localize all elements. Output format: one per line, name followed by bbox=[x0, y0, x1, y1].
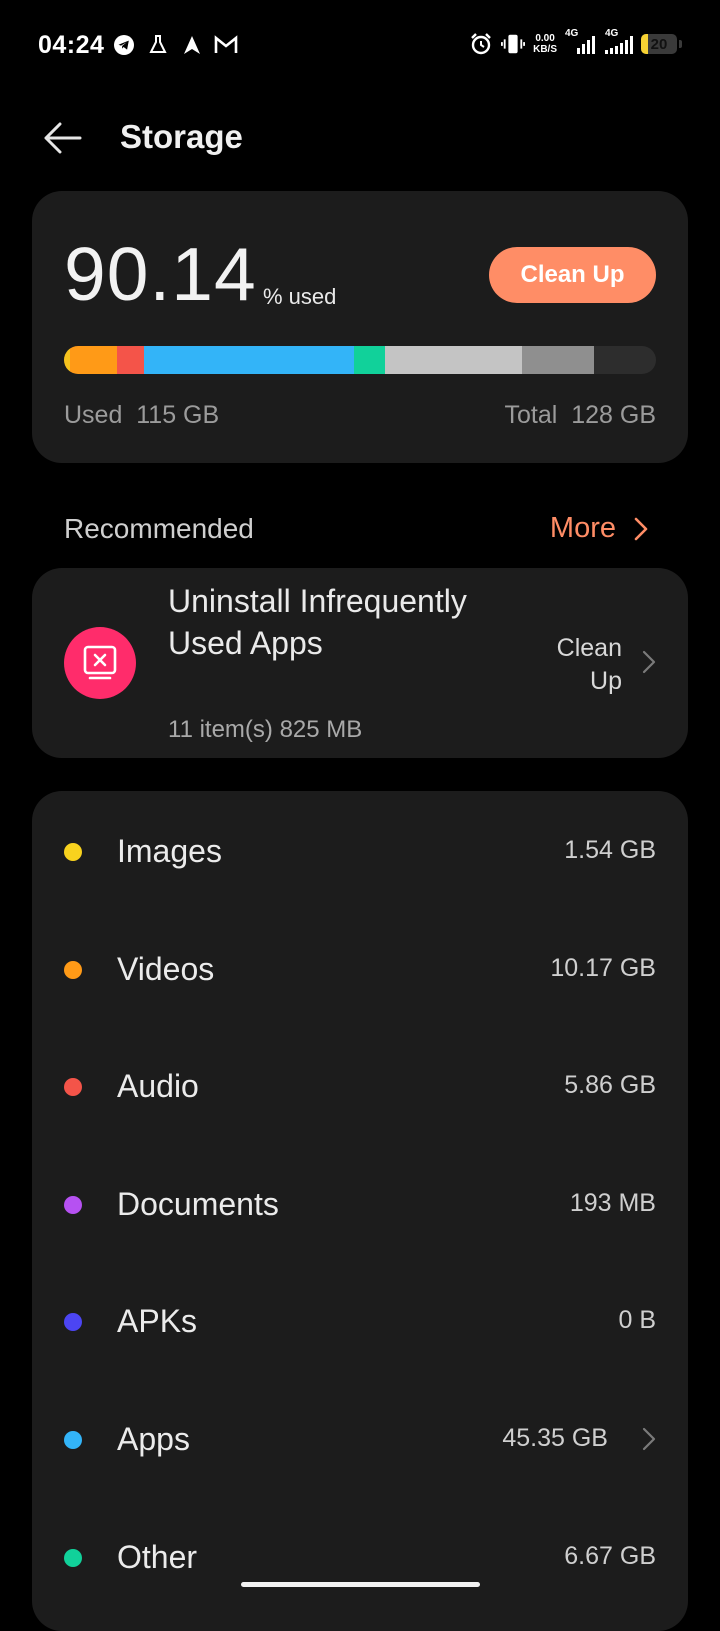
category-name: Documents bbox=[117, 1185, 279, 1222]
gmail-icon bbox=[214, 33, 238, 57]
category-name: Other bbox=[117, 1538, 198, 1575]
chevron-right-icon bbox=[642, 1427, 656, 1451]
used-storage: Used 115 GB bbox=[64, 401, 220, 429]
notification-icons bbox=[112, 33, 238, 57]
category-color-dot bbox=[64, 1431, 82, 1449]
category-size: 1.54 GB bbox=[564, 836, 656, 864]
home-indicator[interactable] bbox=[241, 1582, 480, 1587]
category-size: 10.17 GB bbox=[550, 953, 656, 982]
battery-level: 20 bbox=[650, 35, 668, 53]
category-name: Audio bbox=[117, 1068, 199, 1105]
vibrate-icon bbox=[501, 32, 526, 56]
storage-usage-bar bbox=[64, 346, 656, 374]
usage-bar-segment-apps bbox=[144, 346, 355, 374]
category-color-dot bbox=[64, 1195, 82, 1214]
status-bar: 04:24 0.00 KB/S 4G 4G 20 bbox=[0, 0, 720, 92]
sim2-network-type: 4G bbox=[605, 28, 619, 39]
signal-sim2-icon: 4G bbox=[603, 28, 633, 56]
net-speed-unit: KB/S bbox=[533, 44, 557, 55]
telegram-icon bbox=[112, 33, 136, 57]
category-row-apks[interactable]: APKs 0 B bbox=[32, 1261, 688, 1381]
category-row-audio[interactable]: Audio 5.86 GB bbox=[32, 1026, 688, 1146]
app-header: Storage bbox=[0, 100, 720, 176]
storage-usage-card: 90.14 % used Clean Up Used 115 GB Total … bbox=[32, 191, 688, 463]
category-color-dot bbox=[64, 1313, 82, 1332]
status-time: 04:24 bbox=[38, 31, 105, 59]
back-button[interactable] bbox=[40, 114, 88, 162]
used-percent: 90.14 bbox=[64, 232, 257, 316]
category-name: APKs bbox=[117, 1303, 198, 1340]
battery-icon: 20 bbox=[641, 34, 677, 54]
uninstall-app-icon bbox=[64, 627, 136, 699]
category-name: Images bbox=[117, 833, 222, 869]
network-speed: 0.00 KB/S bbox=[533, 33, 557, 55]
category-size: 5.86 GB bbox=[564, 1071, 656, 1100]
usage-bar-segment-audio bbox=[117, 346, 145, 374]
usage-bar-segment-system-2 bbox=[522, 346, 595, 374]
net-speed-value: 0.00 bbox=[535, 33, 555, 44]
signal-sim1-icon: 4G bbox=[565, 28, 595, 56]
category-name: Apps bbox=[117, 1421, 190, 1457]
clean-up-button[interactable]: Clean Up bbox=[489, 247, 656, 303]
category-row-apps[interactable]: Apps 45.35 GB bbox=[32, 1379, 688, 1499]
category-row-other[interactable]: Other 6.67 GB bbox=[32, 1497, 688, 1617]
used-percent-label: % used bbox=[263, 284, 337, 309]
usage-bar-segment-videos bbox=[69, 346, 118, 374]
category-color-dot bbox=[64, 1078, 82, 1097]
back-arrow-icon bbox=[44, 122, 82, 154]
chevron-right-icon bbox=[642, 650, 656, 674]
category-row-documents[interactable]: Documents 193 MB bbox=[32, 1144, 688, 1264]
recommendation-item[interactable]: Uninstall Infrequently Used Apps 11 item… bbox=[32, 568, 688, 758]
category-color-dot bbox=[64, 960, 82, 979]
category-size: 193 MB bbox=[569, 1188, 656, 1217]
sim1-network-type: 4G bbox=[565, 28, 579, 39]
usage-bar-segment-other bbox=[354, 346, 385, 374]
category-row-images[interactable]: Images 1.54 GB bbox=[32, 791, 688, 911]
recommended-heading: Recommended bbox=[64, 513, 254, 544]
action-line-2: Up bbox=[590, 667, 622, 695]
category-size: 45.35 GB bbox=[502, 1424, 608, 1452]
storage-categories-list: Images 1.54 GB Videos 10.17 GB Audio 5.86 GB D… bbox=[32, 791, 688, 1631]
total-storage: Total 128 GB bbox=[504, 401, 656, 429]
alarm-icon bbox=[469, 32, 493, 56]
category-size: 6.67 GB bbox=[564, 1541, 656, 1570]
recommendation-subtitle: 11 item(s) 825 MB bbox=[168, 716, 363, 743]
system-icons: 0.00 KB/S 4G 4G 20 bbox=[469, 28, 682, 56]
category-name: Videos bbox=[117, 950, 215, 987]
navigation-arrow-icon bbox=[180, 33, 204, 57]
chevron-right-icon bbox=[634, 517, 648, 540]
usage-bar-segment-system bbox=[384, 346, 523, 374]
category-color-dot bbox=[64, 843, 82, 861]
recommendation-title: Uninstall Infrequently Used Apps bbox=[168, 583, 467, 661]
recommendation-action[interactable]: Clean Up bbox=[557, 632, 622, 698]
category-size: 0 B bbox=[618, 1306, 656, 1335]
category-row-videos[interactable]: Videos 10.17 GB bbox=[32, 909, 688, 1029]
action-line-1: Clean bbox=[556, 634, 622, 662]
page-title: Storage bbox=[120, 118, 243, 155]
lab-flask-icon bbox=[146, 33, 170, 57]
more-link[interactable]: More bbox=[550, 512, 648, 545]
more-label: More bbox=[549, 512, 616, 544]
category-color-dot bbox=[64, 1548, 82, 1567]
